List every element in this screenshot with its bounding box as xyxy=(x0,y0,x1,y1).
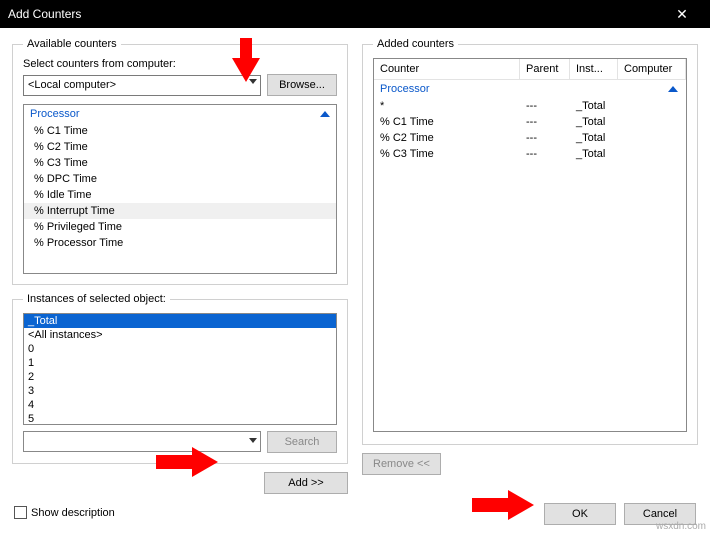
added-list[interactable]: Counter Parent Inst... Computer Processo… xyxy=(373,58,687,432)
cell-parent: --- xyxy=(520,131,570,145)
counter-group-header[interactable]: Processor xyxy=(24,105,336,123)
instances-list[interactable]: _Total<All instances>012345 xyxy=(23,313,337,425)
cell-counter: % C2 Time xyxy=(374,131,520,145)
instances-fieldset: Instances of selected object: _Total<All… xyxy=(12,293,348,464)
col-counter[interactable]: Counter xyxy=(374,59,520,79)
added-legend: Added counters xyxy=(373,38,458,50)
chevron-up-icon xyxy=(320,111,330,117)
cell-inst: _Total xyxy=(570,147,618,161)
counter-item[interactable]: % Privileged Time xyxy=(24,219,336,235)
cell-computer xyxy=(618,115,686,129)
counter-item[interactable]: % C3 Time xyxy=(24,155,336,171)
remove-button[interactable]: Remove << xyxy=(362,453,441,475)
available-legend: Available counters xyxy=(23,38,121,50)
counters-list[interactable]: Processor % C1 Time% C2 Time% C3 Time% D… xyxy=(23,104,337,274)
cell-parent: --- xyxy=(520,115,570,129)
instance-item[interactable]: 0 xyxy=(24,342,336,356)
instance-item[interactable]: _Total xyxy=(24,314,336,328)
cell-inst: _Total xyxy=(570,115,618,129)
instance-item[interactable]: 4 xyxy=(24,398,336,412)
cell-computer xyxy=(618,131,686,145)
search-button[interactable]: Search xyxy=(267,431,337,453)
instance-item[interactable]: 2 xyxy=(24,370,336,384)
show-description-checkbox[interactable] xyxy=(14,506,27,519)
counter-group-label: Processor xyxy=(30,108,80,120)
cell-computer xyxy=(618,99,686,113)
counter-item[interactable]: % C2 Time xyxy=(24,139,336,155)
cell-inst: _Total xyxy=(570,131,618,145)
cell-counter: * xyxy=(374,99,520,113)
cell-counter: % C3 Time xyxy=(374,147,520,161)
added-group-label: Processor xyxy=(380,83,430,95)
computer-combo-value: <Local computer> xyxy=(28,79,116,91)
col-parent[interactable]: Parent xyxy=(520,59,570,79)
chevron-up-icon xyxy=(668,86,678,92)
table-row[interactable]: % C1 Time---_Total xyxy=(374,114,686,130)
watermark: wsxdn.com xyxy=(656,521,706,532)
col-inst[interactable]: Inst... xyxy=(570,59,618,79)
counter-item[interactable]: % DPC Time xyxy=(24,171,336,187)
select-computer-label: Select counters from computer: xyxy=(23,58,337,70)
instance-item[interactable]: 5 xyxy=(24,412,336,425)
counter-item[interactable]: % C1 Time xyxy=(24,123,336,139)
table-row[interactable]: *---_Total xyxy=(374,98,686,114)
show-description-row: Show description xyxy=(14,506,115,519)
ok-button[interactable]: OK xyxy=(544,503,616,525)
window-title: Add Counters xyxy=(8,7,81,21)
search-combo[interactable] xyxy=(23,431,261,452)
added-panel: Added counters Counter Parent Inst... Co… xyxy=(362,38,698,494)
instance-item[interactable]: <All instances> xyxy=(24,328,336,342)
added-fieldset: Added counters Counter Parent Inst... Co… xyxy=(362,38,698,445)
cell-parent: --- xyxy=(520,99,570,113)
instances-legend: Instances of selected object: xyxy=(23,293,170,305)
added-group-header[interactable]: Processor xyxy=(374,80,686,98)
table-row[interactable]: % C2 Time---_Total xyxy=(374,130,686,146)
close-icon[interactable]: ✕ xyxy=(662,6,702,23)
counter-item[interactable]: % Idle Time xyxy=(24,187,336,203)
counter-item[interactable]: % Interrupt Time xyxy=(24,203,336,219)
instance-item[interactable]: 1 xyxy=(24,356,336,370)
add-button[interactable]: Add >> xyxy=(264,472,348,494)
table-row[interactable]: % C3 Time---_Total xyxy=(374,146,686,162)
chevron-down-icon xyxy=(249,438,257,443)
cell-inst: _Total xyxy=(570,99,618,113)
browse-button[interactable]: Browse... xyxy=(267,74,337,96)
instance-item[interactable]: 3 xyxy=(24,384,336,398)
cell-counter: % C1 Time xyxy=(374,115,520,129)
cell-computer xyxy=(618,147,686,161)
available-panel: Available counters Select counters from … xyxy=(12,38,348,494)
counter-item[interactable]: % Processor Time xyxy=(24,235,336,251)
table-header: Counter Parent Inst... Computer xyxy=(374,59,686,80)
col-computer[interactable]: Computer xyxy=(618,59,686,79)
available-fieldset: Available counters Select counters from … xyxy=(12,38,348,285)
titlebar: Add Counters ✕ xyxy=(0,0,710,28)
show-description-label: Show description xyxy=(31,507,115,519)
computer-combo[interactable]: <Local computer> xyxy=(23,75,261,96)
cell-parent: --- xyxy=(520,147,570,161)
chevron-down-icon xyxy=(249,79,257,84)
